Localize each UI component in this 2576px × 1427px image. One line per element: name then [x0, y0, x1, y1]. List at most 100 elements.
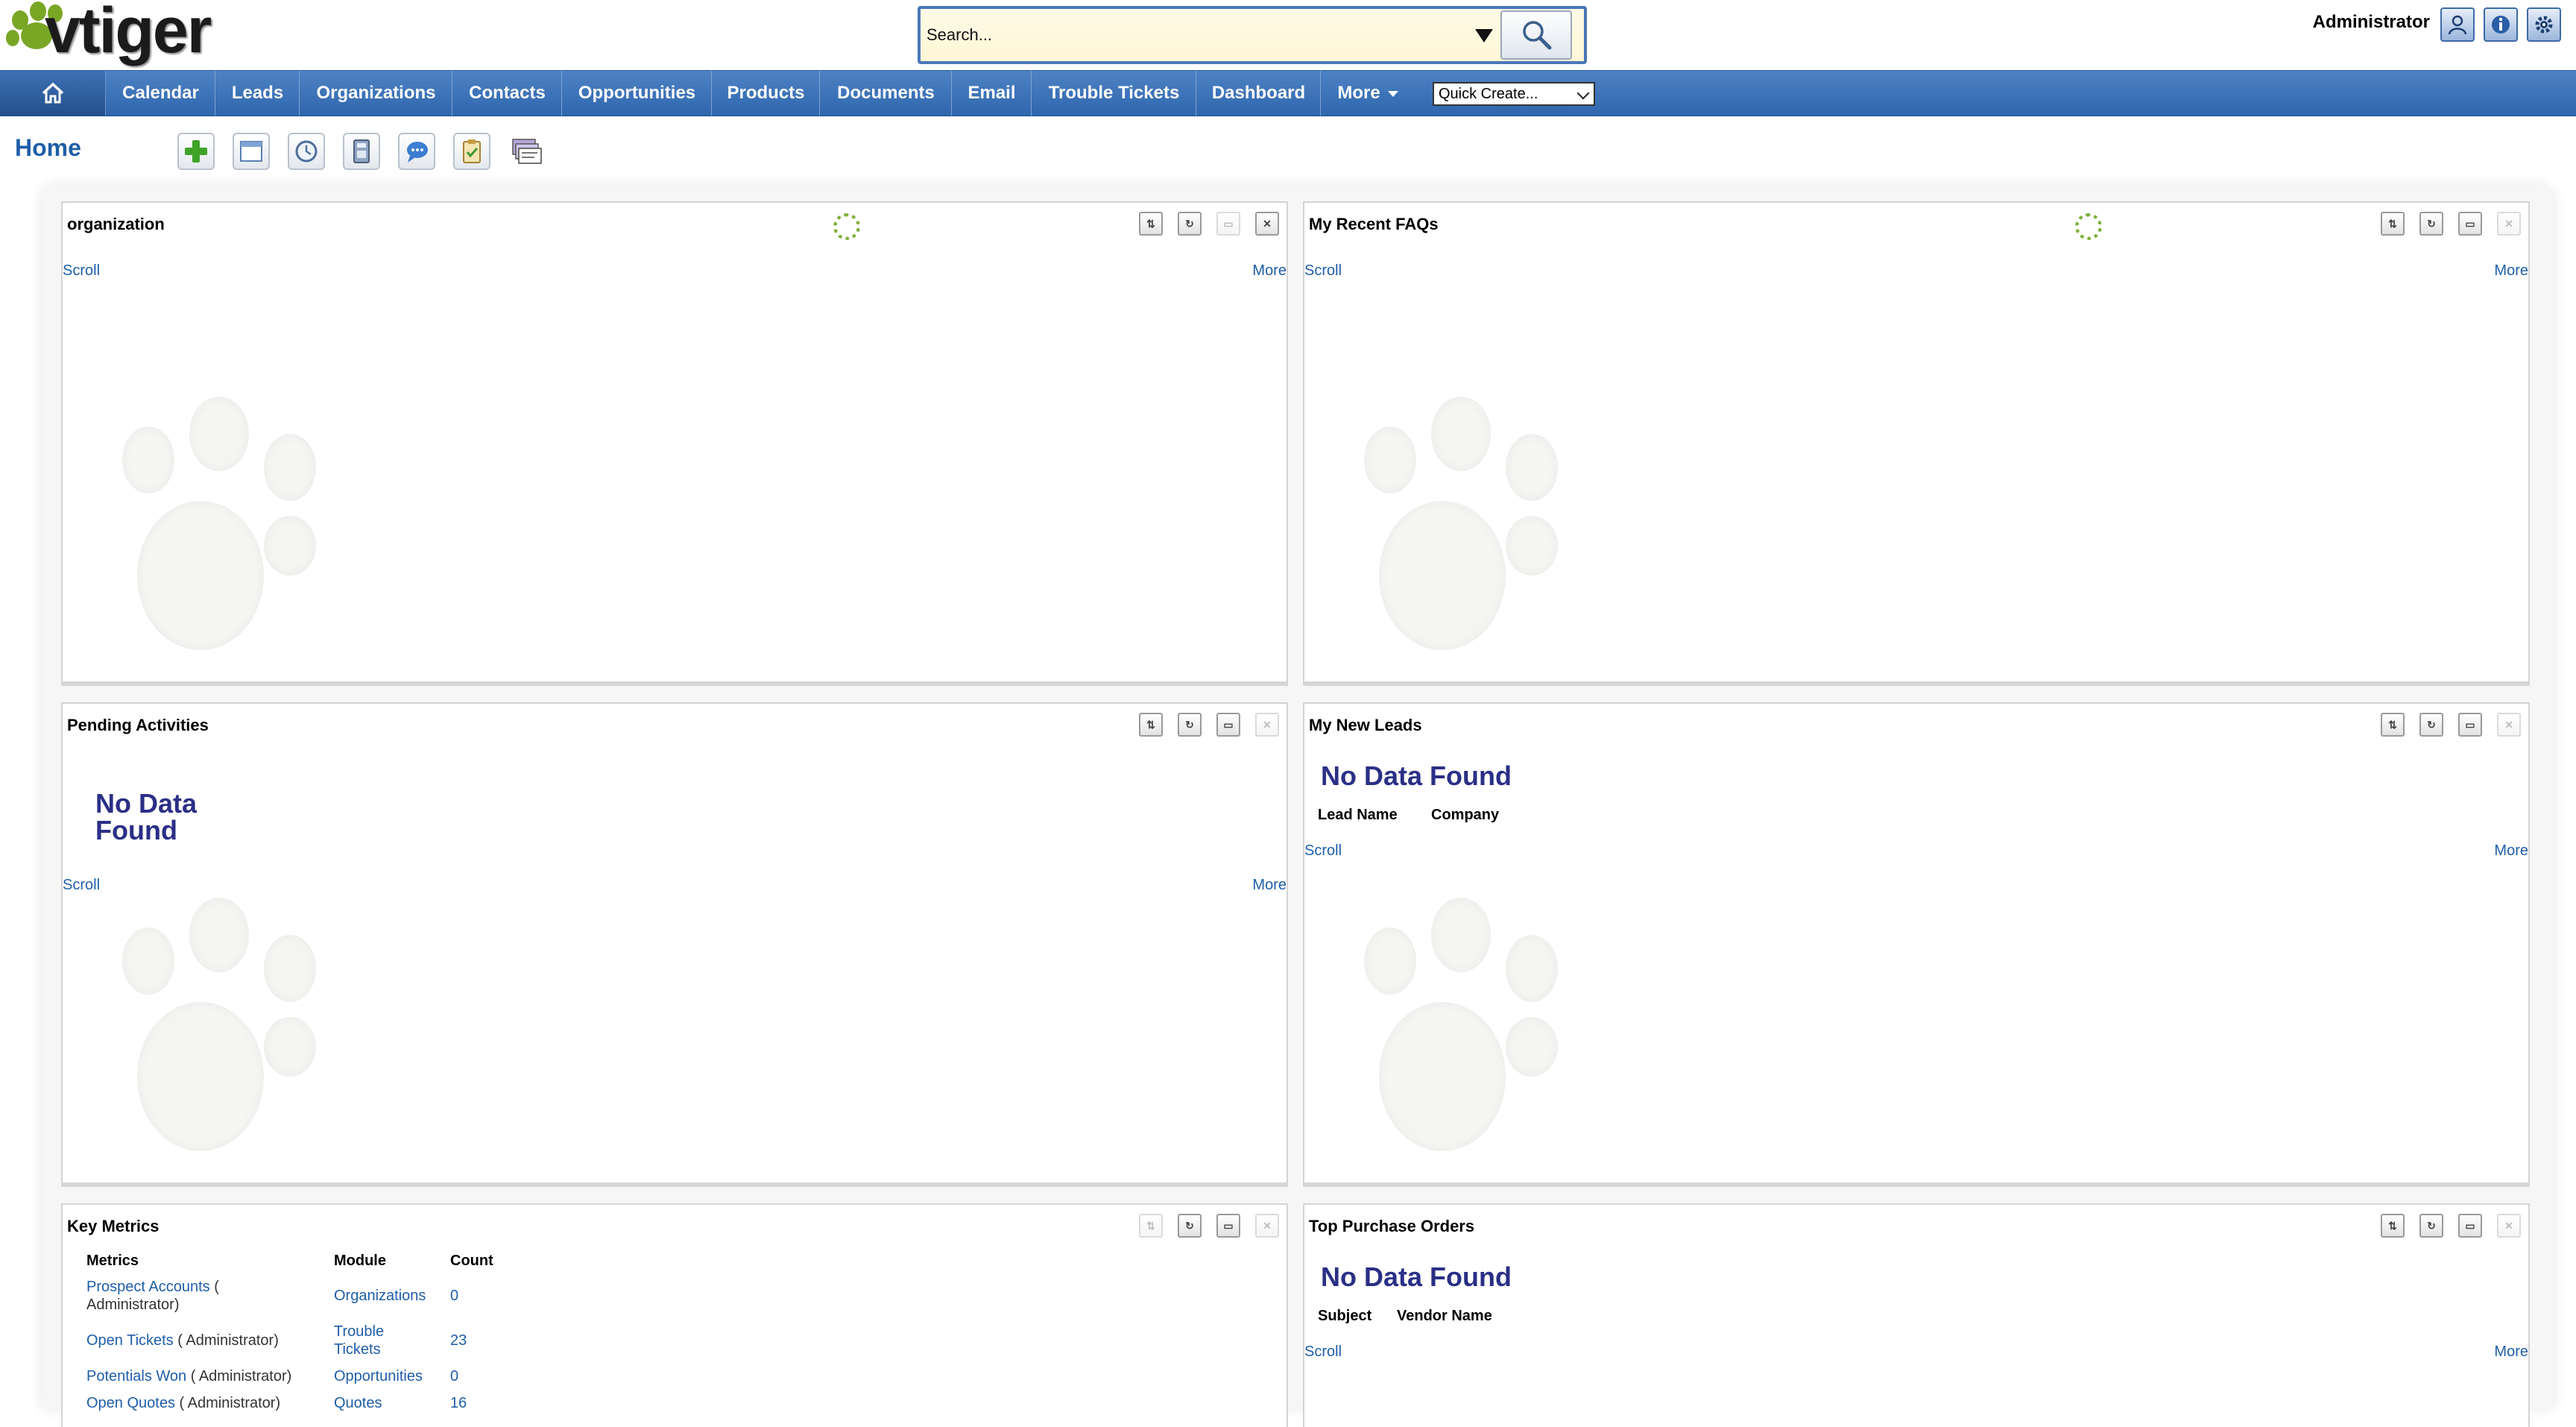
widget-title: Top Purchase Orders: [1309, 1217, 1475, 1235]
minimize-icon[interactable]: ▭: [1216, 713, 1240, 737]
more-link[interactable]: More: [2494, 262, 2528, 280]
metric-link[interactable]: Prospect Accounts: [86, 1279, 210, 1295]
loading-spinner-icon: [833, 213, 860, 240]
scroll-link[interactable]: Scroll: [1304, 262, 1342, 280]
chat-icon[interactable]: [398, 133, 435, 170]
metric-owner: ( Administrator): [177, 1332, 279, 1349]
column-header-metrics: Metrics: [86, 1253, 139, 1269]
column-header-lead-name: Lead Name: [1318, 807, 1398, 823]
column-header-count: Count: [450, 1253, 493, 1269]
clipboard-icon[interactable]: [453, 133, 490, 170]
module-link[interactable]: Quotes: [334, 1394, 382, 1412]
search-input[interactable]: [925, 16, 1462, 54]
metric-link[interactable]: Potentials Won: [86, 1368, 186, 1385]
search-box: [918, 6, 1587, 64]
settings-icon[interactable]: [2527, 7, 2561, 42]
widget-settings-icon[interactable]: ⇅: [1139, 212, 1163, 236]
module-link[interactable]: Trouble Tickets: [334, 1323, 408, 1358]
minimize-icon[interactable]: ▭: [1216, 212, 1240, 236]
widget-settings-icon[interactable]: ⇅: [1139, 1214, 1163, 1238]
column-header-subject: Subject: [1318, 1308, 1372, 1324]
info-icon[interactable]: [2484, 7, 2518, 42]
nav-leads[interactable]: Leads: [216, 71, 300, 116]
scroll-link[interactable]: Scroll: [1304, 1343, 1342, 1361]
close-icon[interactable]: ✕: [2497, 1214, 2521, 1238]
nav-calendar[interactable]: Calendar: [107, 71, 215, 116]
minimize-icon[interactable]: ▭: [2458, 1214, 2482, 1238]
close-icon[interactable]: ✕: [1255, 212, 1279, 236]
refresh-icon[interactable]: ↻: [2419, 713, 2443, 737]
nav-email[interactable]: Email: [953, 71, 1032, 116]
page-title: Home: [15, 134, 81, 161]
metric-link[interactable]: Open Quotes: [86, 1395, 175, 1411]
widget-title: My New Leads: [1309, 716, 1422, 734]
nav-dashboard[interactable]: Dashboard: [1197, 71, 1321, 116]
more-link[interactable]: More: [1252, 262, 1287, 280]
count-link[interactable]: 23: [450, 1332, 467, 1349]
refresh-icon[interactable]: ↻: [2419, 1214, 2443, 1238]
home-icon: [42, 82, 63, 104]
scroll-link[interactable]: Scroll: [63, 262, 100, 280]
widget-settings-icon[interactable]: ⇅: [2381, 212, 2405, 236]
widget-title: Pending Activities: [67, 716, 209, 734]
module-link[interactable]: Organizations: [334, 1287, 426, 1305]
user-name[interactable]: Administrator: [2313, 12, 2430, 33]
no-data-message: No Data Found: [1321, 1261, 1512, 1292]
add-widget-icon[interactable]: [177, 133, 215, 170]
logo-text: vtiger: [45, 0, 212, 66]
more-link[interactable]: More: [2494, 1343, 2528, 1361]
minimize-icon[interactable]: ▭: [2458, 713, 2482, 737]
paw-watermark-icon: [1334, 890, 1603, 1181]
clock-icon[interactable]: [288, 133, 325, 170]
count-link[interactable]: 0: [450, 1367, 458, 1385]
nav-products[interactable]: Products: [713, 71, 820, 116]
paw-watermark-icon: [1334, 389, 1603, 680]
refresh-icon[interactable]: ↻: [1178, 212, 1202, 236]
metric-link[interactable]: Open Tickets: [86, 1332, 174, 1349]
count-link[interactable]: 0: [450, 1287, 458, 1305]
refresh-icon[interactable]: ↻: [1178, 713, 1202, 737]
nav-contacts[interactable]: Contacts: [453, 71, 562, 116]
minimize-icon[interactable]: ▭: [2458, 212, 2482, 236]
no-data-line1: No Data: [95, 788, 198, 819]
search-dropdown-icon[interactable]: [1469, 21, 1499, 51]
metric-owner: ( Administrator): [179, 1395, 281, 1411]
count-link[interactable]: 16: [450, 1394, 467, 1412]
vtiger-logo[interactable]: vtiger: [1, 0, 247, 69]
more-link[interactable]: More: [2494, 842, 2528, 860]
nav-more-label: More: [1337, 83, 1380, 103]
widget-recent-faqs: My Recent FAQs ⇅ ↻ ▭ ✕ Scroll More: [1303, 201, 2530, 686]
refresh-icon[interactable]: ↻: [2419, 212, 2443, 236]
nav-documents[interactable]: Documents: [821, 71, 952, 116]
user-icon[interactable]: [2440, 7, 2475, 42]
widget-settings-icon[interactable]: ⇅: [2381, 713, 2405, 737]
widget-settings-icon[interactable]: ⇅: [1139, 713, 1163, 737]
main-nav: Calendar Leads Organizations Contacts Op…: [0, 70, 2576, 116]
scroll-link[interactable]: Scroll: [1304, 842, 1342, 860]
nav-opportunities[interactable]: Opportunities: [563, 71, 712, 116]
module-link[interactable]: Opportunities: [334, 1367, 423, 1385]
column-header-module: Module: [334, 1253, 386, 1269]
widget-settings-icon[interactable]: ⇅: [2381, 1214, 2405, 1238]
close-icon[interactable]: ✕: [2497, 713, 2521, 737]
widget-key-metrics: Key Metrics ⇅ ↻ ▭ ✕ Metrics Module Count…: [61, 1203, 1288, 1427]
nav-more[interactable]: More: [1322, 71, 1414, 116]
refresh-icon[interactable]: ↻: [1178, 1214, 1202, 1238]
close-icon[interactable]: ✕: [1255, 713, 1279, 737]
quick-create-select[interactable]: Quick Create...: [1433, 82, 1595, 106]
paw-watermark-icon: [92, 389, 361, 680]
cards-icon[interactable]: [508, 133, 546, 170]
minimize-icon[interactable]: ▭: [1216, 1214, 1240, 1238]
calculator-icon[interactable]: [343, 133, 380, 170]
calendar-icon[interactable]: [233, 133, 270, 170]
close-icon[interactable]: ✕: [2497, 212, 2521, 236]
close-icon[interactable]: ✕: [1255, 1214, 1279, 1238]
metric-owner: ( Administrator): [190, 1368, 292, 1385]
more-link[interactable]: More: [1252, 877, 1287, 894]
search-button[interactable]: [1500, 10, 1572, 60]
nav-organizations[interactable]: Organizations: [300, 71, 452, 116]
no-data-line2: Found: [95, 815, 177, 845]
table-row: Prospect Accounts ( Administrator): [86, 1278, 310, 1314]
nav-trouble-tickets[interactable]: Trouble Tickets: [1032, 71, 1196, 116]
nav-home[interactable]: [0, 71, 106, 116]
